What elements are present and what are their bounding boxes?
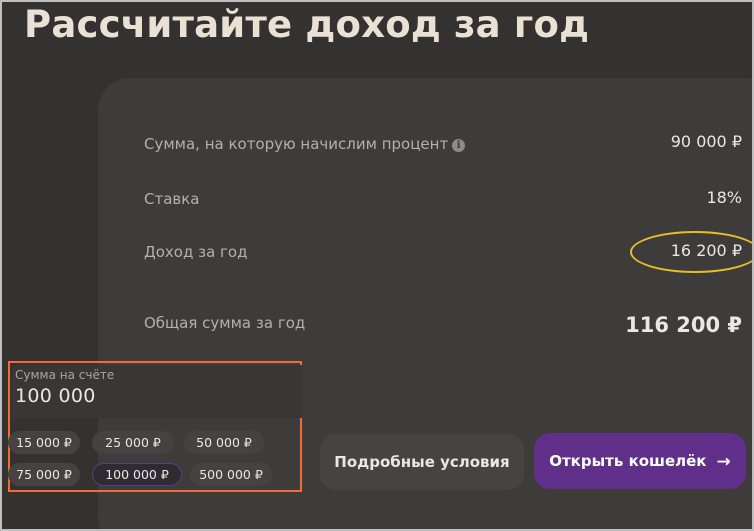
principal-label: Сумма, на которую начислим процент i	[144, 134, 466, 154]
preset-chip-15000[interactable]: 15 000 ₽	[8, 431, 80, 454]
preset-chip-100000-selected[interactable]: 100 000 ₽	[92, 463, 182, 486]
preset-chip-500000[interactable]: 500 000 ₽	[190, 463, 272, 486]
app-frame: Рассчитайте доход за год Сумма, на котор…	[0, 0, 754, 531]
total-value: 116 200 ₽	[625, 313, 742, 337]
annual-income-label: Доход за год	[144, 243, 248, 261]
details-button[interactable]: Подробные условия	[320, 434, 524, 490]
open-wallet-label: Открыть кошелёк	[549, 452, 707, 470]
open-wallet-button[interactable]: Открыть кошелёк →	[534, 433, 746, 489]
arrow-right-icon: →	[716, 452, 731, 472]
page-title: Рассчитайте доход за год	[24, 3, 590, 46]
principal-value: 90 000 ₽	[670, 132, 742, 151]
info-icon[interactable]: i	[452, 139, 466, 152]
preset-chip-50000[interactable]: 50 000 ₽	[184, 431, 264, 454]
balance-input-label: Сумма на счёте	[15, 368, 115, 382]
rate-label: Ставка	[144, 190, 200, 208]
rate-value: 18%	[706, 188, 742, 207]
balance-input-value[interactable]: 100 000	[15, 385, 96, 407]
preset-chip-25000[interactable]: 25 000 ₽	[92, 431, 174, 454]
preset-chip-75000[interactable]: 75 000 ₽	[8, 463, 80, 486]
income-highlight-ellipse	[630, 231, 752, 273]
total-label: Общая сумма за год	[144, 314, 306, 332]
